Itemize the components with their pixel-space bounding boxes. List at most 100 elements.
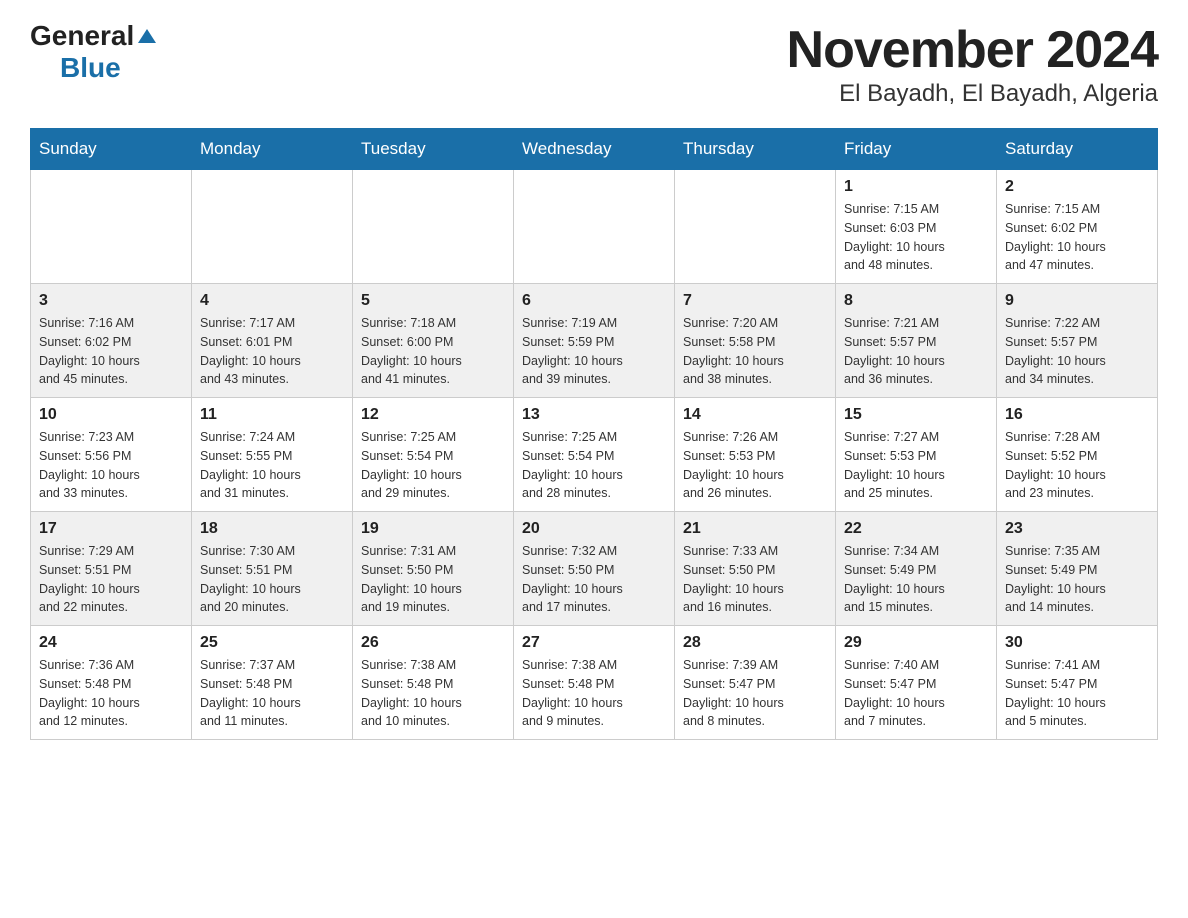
calendar-cell: 22 Sunrise: 7:34 AMSunset: 5:49 PMDayligh… (836, 512, 997, 626)
day-number: 13 (522, 406, 666, 424)
day-info: Sunrise: 7:27 AMSunset: 5:53 PMDaylight:… (844, 428, 988, 503)
column-header-tuesday: Tuesday (353, 129, 514, 170)
calendar-cell: 23Sunrise: 7:35 AMSunset: 5:49 PMDayligh… (997, 512, 1158, 626)
page-title: November 2024 (787, 20, 1158, 80)
day-number: 16 (1005, 406, 1149, 424)
day-info: Sunrise: 7:35 AMSunset: 5:49 PMDaylight:… (1005, 542, 1149, 617)
day-info: Sunrise: 7:28 AMSunset: 5:52 PMDaylight:… (1005, 428, 1149, 503)
calendar-cell: 26Sunrise: 7:38 AMSunset: 5:48 PMDayligh… (353, 626, 514, 740)
day-info: Sunrise: 7:25 AMSunset: 5:54 PMDaylight:… (361, 428, 505, 503)
logo-triangle-icon (138, 27, 156, 50)
day-info: Sunrise: 7:18 AMSunset: 6:00 PMDaylight:… (361, 314, 505, 389)
logo-general-text: General (30, 20, 134, 52)
calendar-cell: 28Sunrise: 7:39 AMSunset: 5:47 PMDayligh… (675, 626, 836, 740)
day-info: Sunrise: 7:23 AMSunset: 5:56 PMDaylight:… (39, 428, 183, 503)
day-number: 1 (844, 178, 988, 196)
column-header-monday: Monday (192, 129, 353, 170)
day-number: 11 (200, 406, 344, 424)
calendar-cell: 6Sunrise: 7:19 AMSunset: 5:59 PMDaylight… (514, 284, 675, 398)
day-info: Sunrise: 7:40 AMSunset: 5:47 PMDaylight:… (844, 656, 988, 731)
day-number: 30 (1005, 634, 1149, 652)
calendar-cell: 10 Sunrise: 7:23 AMSunset: 5:56 PMDayligh… (31, 398, 192, 512)
calendar-table: SundayMondayTuesdayWednesdayThursdayFrid… (30, 128, 1158, 740)
calendar-cell: 7 Sunrise: 7:20 AMSunset: 5:58 PMDaylight… (675, 284, 836, 398)
day-number: 3 (39, 292, 183, 310)
day-number: 4 (200, 292, 344, 310)
calendar-cell: 11 Sunrise: 7:24 AMSunset: 5:55 PMDayligh… (192, 398, 353, 512)
calendar-cell: 21 Sunrise: 7:33 AMSunset: 5:50 PMDayligh… (675, 512, 836, 626)
page-header: General Blue November 2024 El Bayadh, El… (30, 20, 1158, 108)
day-info: Sunrise: 7:24 AMSunset: 5:55 PMDaylight:… (200, 428, 344, 503)
day-number: 19 (361, 520, 505, 538)
day-info: Sunrise: 7:30 AMSunset: 5:51 PMDaylight:… (200, 542, 344, 617)
day-info: Sunrise: 7:20 AMSunset: 5:58 PMDaylight:… (683, 314, 827, 389)
calendar-cell: 20 Sunrise: 7:32 AMSunset: 5:50 PMDayligh… (514, 512, 675, 626)
day-number: 24 (39, 634, 183, 652)
day-number: 7 (683, 292, 827, 310)
day-info: Sunrise: 7:36 AMSunset: 5:48 PMDaylight:… (39, 656, 183, 731)
calendar-week-row: 1Sunrise: 7:15 AMSunset: 6:03 PMDaylight… (31, 170, 1158, 284)
logo-blue-text: Blue (60, 52, 121, 83)
day-number: 15 (844, 406, 988, 424)
calendar-cell: 16 Sunrise: 7:28 AMSunset: 5:52 PMDayligh… (997, 398, 1158, 512)
day-number: 14 (683, 406, 827, 424)
calendar-cell: 24 Sunrise: 7:36 AMSunset: 5:48 PMDayligh… (31, 626, 192, 740)
calendar-cell: 5Sunrise: 7:18 AMSunset: 6:00 PMDaylight… (353, 284, 514, 398)
calendar-cell: 15 Sunrise: 7:27 AMSunset: 5:53 PMDayligh… (836, 398, 997, 512)
calendar-cell: 18 Sunrise: 7:30 AMSunset: 5:51 PMDayligh… (192, 512, 353, 626)
day-number: 22 (844, 520, 988, 538)
day-info: Sunrise: 7:41 AMSunset: 5:47 PMDaylight:… (1005, 656, 1149, 731)
calendar-cell: 2Sunrise: 7:15 AMSunset: 6:02 PMDaylight… (997, 170, 1158, 284)
day-info: Sunrise: 7:32 AMSunset: 5:50 PMDaylight:… (522, 542, 666, 617)
day-number: 29 (844, 634, 988, 652)
day-number: 12 (361, 406, 505, 424)
calendar-cell: 17Sunrise: 7:29 AMSunset: 5:51 PMDayligh… (31, 512, 192, 626)
calendar-week-row: 17Sunrise: 7:29 AMSunset: 5:51 PMDayligh… (31, 512, 1158, 626)
day-number: 20 (522, 520, 666, 538)
calendar-cell (514, 170, 675, 284)
calendar-cell (31, 170, 192, 284)
calendar-cell: 25 Sunrise: 7:37 AMSunset: 5:48 PMDayligh… (192, 626, 353, 740)
day-number: 17 (39, 520, 183, 538)
day-number: 25 (200, 634, 344, 652)
day-info: Sunrise: 7:21 AMSunset: 5:57 PMDaylight:… (844, 314, 988, 389)
title-area: November 2024 El Bayadh, El Bayadh, Alge… (787, 20, 1158, 108)
calendar-cell (192, 170, 353, 284)
day-number: 9 (1005, 292, 1149, 310)
calendar-week-row: 24 Sunrise: 7:36 AMSunset: 5:48 PMDayligh… (31, 626, 1158, 740)
column-header-thursday: Thursday (675, 129, 836, 170)
calendar-cell: 29 Sunrise: 7:40 AMSunset: 5:47 PMDayligh… (836, 626, 997, 740)
calendar-cell: 12 Sunrise: 7:25 AMSunset: 5:54 PMDayligh… (353, 398, 514, 512)
calendar-cell (353, 170, 514, 284)
day-info: Sunrise: 7:37 AMSunset: 5:48 PMDaylight:… (200, 656, 344, 731)
day-number: 8 (844, 292, 988, 310)
day-number: 10 (39, 406, 183, 424)
calendar-cell: 13Sunrise: 7:25 AMSunset: 5:54 PMDayligh… (514, 398, 675, 512)
calendar-cell: 14Sunrise: 7:26 AMSunset: 5:53 PMDayligh… (675, 398, 836, 512)
calendar-cell: 8 Sunrise: 7:21 AMSunset: 5:57 PMDaylight… (836, 284, 997, 398)
day-number: 28 (683, 634, 827, 652)
page-subtitle: El Bayadh, El Bayadh, Algeria (787, 80, 1158, 108)
calendar-cell: 30 Sunrise: 7:41 AMSunset: 5:47 PMDayligh… (997, 626, 1158, 740)
day-info: Sunrise: 7:22 AMSunset: 5:57 PMDaylight:… (1005, 314, 1149, 389)
column-header-saturday: Saturday (997, 129, 1158, 170)
column-header-wednesday: Wednesday (514, 129, 675, 170)
calendar-cell: 3 Sunrise: 7:16 AMSunset: 6:02 PMDaylight… (31, 284, 192, 398)
day-number: 18 (200, 520, 344, 538)
calendar-cell: 4Sunrise: 7:17 AMSunset: 6:01 PMDaylight… (192, 284, 353, 398)
calendar-cell: 27 Sunrise: 7:38 AMSunset: 5:48 PMDayligh… (514, 626, 675, 740)
day-number: 21 (683, 520, 827, 538)
day-info: Sunrise: 7:31 AMSunset: 5:50 PMDaylight:… (361, 542, 505, 617)
day-info: Sunrise: 7:34 AMSunset: 5:49 PMDaylight:… (844, 542, 988, 617)
calendar-cell: 19 Sunrise: 7:31 AMSunset: 5:50 PMDayligh… (353, 512, 514, 626)
day-info: Sunrise: 7:16 AMSunset: 6:02 PMDaylight:… (39, 314, 183, 389)
calendar-cell (675, 170, 836, 284)
day-number: 27 (522, 634, 666, 652)
calendar-cell: 1Sunrise: 7:15 AMSunset: 6:03 PMDaylight… (836, 170, 997, 284)
day-number: 6 (522, 292, 666, 310)
calendar-week-row: 3 Sunrise: 7:16 AMSunset: 6:02 PMDaylight… (31, 284, 1158, 398)
day-info: Sunrise: 7:33 AMSunset: 5:50 PMDaylight:… (683, 542, 827, 617)
day-info: Sunrise: 7:38 AMSunset: 5:48 PMDaylight:… (522, 656, 666, 731)
column-header-sunday: Sunday (31, 129, 192, 170)
day-info: Sunrise: 7:15 AMSunset: 6:02 PMDaylight:… (1005, 200, 1149, 275)
